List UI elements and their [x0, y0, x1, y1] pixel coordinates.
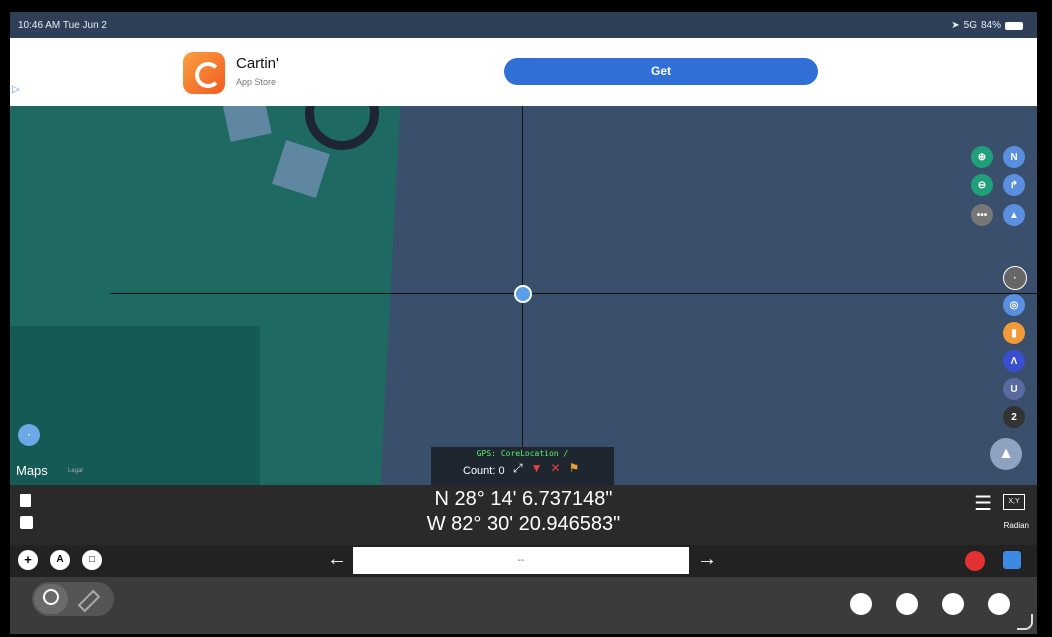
- aperture-icon[interactable]: [942, 593, 964, 615]
- zoom-in-icon[interactable]: ⊕: [971, 146, 993, 168]
- stop-record-button[interactable]: [965, 551, 985, 571]
- route-icon[interactable]: ↱: [1003, 174, 1025, 196]
- status-indicators: ➤ 5G 84%: [951, 20, 1023, 31]
- value-input[interactable]: --: [353, 547, 689, 574]
- ad-store-label: App Store: [236, 77, 277, 87]
- status-date-text: Tue Jun 2: [62, 20, 107, 31]
- count-badge[interactable]: 2: [1003, 406, 1025, 428]
- maps-legal-link[interactable]: Legal: [68, 468, 83, 474]
- bookmark-icon[interactable]: ▮: [1003, 322, 1025, 344]
- ad-banner[interactable]: ▷ Cartin' App Store Get: [10, 38, 1037, 106]
- mode-segmented-control[interactable]: [32, 582, 114, 616]
- ad-choices-icon[interactable]: ▷: [12, 84, 20, 95]
- crosshair-icon[interactable]: [896, 593, 918, 615]
- unit-label[interactable]: Radian: [1004, 521, 1029, 530]
- location-icon: ➤: [951, 20, 960, 31]
- battery-icon: [1005, 21, 1023, 30]
- gps-panel: GPS: CoreLocation / Count: 0 ⤢ ▼ ✕ ⚑: [431, 447, 614, 485]
- app-icon[interactable]: [183, 52, 225, 94]
- arrow-left-icon[interactable]: ←: [327, 548, 347, 571]
- square-icon[interactable]: □: [82, 550, 102, 570]
- locate-me-icon[interactable]: ◎: [1003, 294, 1025, 316]
- add-pin-icon[interactable]: ▼: [531, 461, 543, 476]
- wrench-icon[interactable]: [988, 593, 1010, 615]
- crosshair-horizontal: [110, 293, 1037, 294]
- expand-icon[interactable]: ⤢: [513, 461, 523, 476]
- home-indicator: [1017, 614, 1033, 630]
- arrow-right-icon[interactable]: →: [697, 548, 717, 571]
- more-icon[interactable]: •••: [971, 204, 993, 226]
- camera-icon[interactable]: [850, 593, 872, 615]
- maps-logo: Maps: [16, 463, 48, 478]
- signal-label: 5G: [963, 20, 977, 31]
- compass-north-icon[interactable]: N: [1003, 146, 1025, 168]
- longitude-text: W 82° 30' 20.946583": [426, 513, 621, 535]
- latitude-text: N 28° 14' 6.737148": [434, 488, 613, 510]
- input-bar: + A □ ← -- →: [10, 545, 1037, 577]
- flag-icon[interactable]: ⚑: [569, 461, 580, 476]
- app-screen: 10:46 AM Tue Jun 2 ➤ 5G 84% ▷ Cartin' Ap…: [10, 12, 1037, 634]
- status-bar: 10:46 AM Tue Jun 2 ➤ 5G 84%: [10, 12, 1037, 38]
- pin-icon[interactable]: [43, 589, 59, 605]
- count-badge-text: 2: [1011, 411, 1017, 423]
- satellite-layer-icon[interactable]: ·: [18, 424, 40, 446]
- status-time: 10:46 AM Tue Jun 2: [18, 20, 107, 31]
- navigation-arrow-icon[interactable]: ▲: [990, 438, 1022, 470]
- magnet-icon[interactable]: U: [1003, 378, 1025, 400]
- xy-format-icon[interactable]: X,Y: [1003, 494, 1025, 510]
- add-icon[interactable]: +: [18, 550, 38, 570]
- path-icon[interactable]: Λ: [1003, 350, 1025, 372]
- gps-source-label: GPS: CoreLocation /: [476, 449, 569, 458]
- current-location-dot: [514, 285, 532, 303]
- bottom-toolbar: [10, 577, 1037, 634]
- coordinate-bar: N 28° 14' 6.737148" W 82° 30' 20.946583"…: [10, 485, 1037, 545]
- get-button[interactable]: Get: [504, 58, 818, 85]
- a-icon[interactable]: A: [50, 550, 70, 570]
- battery-percent: 84%: [980, 20, 1001, 31]
- gps-icon-group: ⤢ ▼ ✕ ⚑: [513, 461, 579, 476]
- map-view[interactable]: ⊕ N ⊖ ↱ ••• ▲ · ◎ ▮ Λ U 2 ▲ · Maps Legal…: [10, 106, 1037, 485]
- ruler-icon[interactable]: [77, 589, 101, 613]
- gps-accuracy-icon[interactable]: ·: [1003, 266, 1027, 290]
- gps-count-label: Count: 0: [463, 465, 505, 477]
- ad-app-name: Cartin': [236, 55, 279, 72]
- list-icon[interactable]: ☰: [974, 491, 992, 516]
- map-green-area-dark: [10, 326, 260, 485]
- zoom-out-icon[interactable]: ⊖: [971, 174, 993, 196]
- edit-icon[interactable]: [1003, 551, 1021, 569]
- remove-pin-icon[interactable]: ✕: [551, 461, 561, 476]
- status-time-text: 10:46 AM: [18, 20, 61, 31]
- direction-arrow-icon[interactable]: ▲: [1003, 204, 1025, 226]
- device-frame: 10:46 AM Tue Jun 2 ➤ 5G 84% ▷ Cartin' Ap…: [0, 0, 1052, 637]
